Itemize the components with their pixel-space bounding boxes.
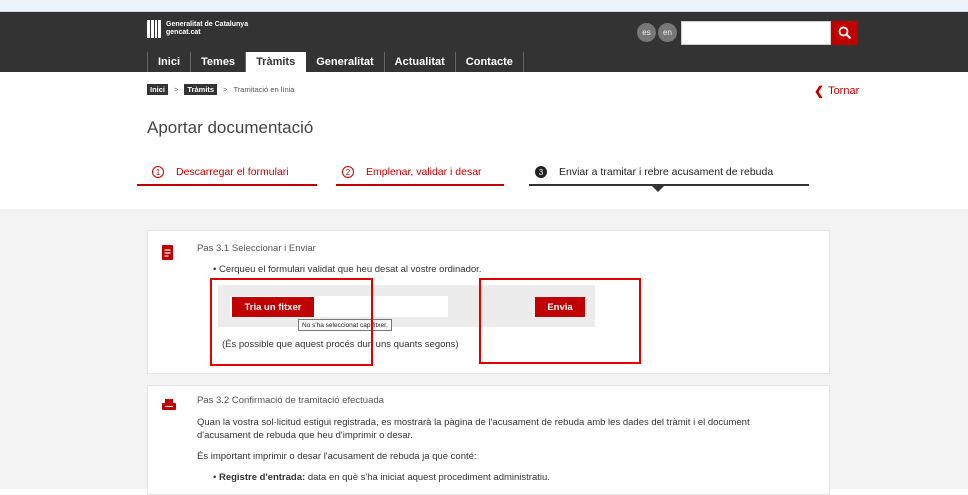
step-3-2-title: Pas 3.2 Confirmació de tramitació efectu… [197, 395, 384, 406]
step-3-number: 3 [535, 166, 547, 178]
logo-line1: Generalitat de Catalunya [166, 21, 249, 28]
step-3-underline [529, 184, 809, 186]
active-step-pointer-icon [652, 186, 664, 192]
step-3-2-bullet-bold: Registre d'entrada: [218, 472, 306, 483]
nav-actualitat[interactable]: Actualitat [385, 52, 456, 72]
site-header: Generalitat de Catalunya gencat.cat es e… [0, 12, 968, 72]
step-3[interactable]: 3 Enviar a tramitar i rebre acusament de… [535, 166, 773, 178]
step-3-1-bullet: • Cerqueu el formulari validat que heu d… [213, 264, 482, 275]
step-1-underline [137, 184, 317, 186]
highlight-choose-file [210, 278, 373, 366]
breadcrumb-current: Tramitació en línia [233, 85, 295, 94]
step-3-2-para2: És important imprimir o desar l'acusamen… [197, 451, 477, 462]
step-2[interactable]: 2 Emplenar, validar i desar [342, 166, 482, 178]
highlight-send [479, 278, 641, 364]
step-1[interactable]: 1 Descarregar el formulari [152, 166, 289, 178]
step-3-2-para1-line1: Quan la vostra sol·licitud estigui regis… [197, 417, 750, 428]
gencat-logo[interactable]: Generalitat de Catalunya gencat.cat [147, 20, 248, 38]
page-title: Aportar documentació [147, 118, 314, 137]
step-tabs: 1 Descarregar el formulari 2 Emplenar, v… [0, 149, 968, 209]
breadcrumb-tramits[interactable]: Tràmits [184, 84, 218, 95]
browser-top-strip [0, 0, 968, 12]
nav-tramits[interactable]: Tràmits [246, 52, 307, 72]
main-nav: Inici Temes Tràmits Generalitat Actualit… [147, 52, 524, 72]
step-1-label: Descarregar el formulari [176, 166, 289, 178]
search-button[interactable] [831, 21, 858, 45]
logo-line2: gencat.cat [166, 29, 201, 36]
step-2-underline [336, 184, 504, 186]
back-label: Tornar [828, 85, 860, 97]
nav-generalitat[interactable]: Generalitat [306, 52, 385, 72]
search-input[interactable] [681, 21, 831, 45]
chevron-left-icon: ❮ [814, 84, 825, 98]
step-3-1-title: Pas 3.1 Seleccionar i Enviar [197, 243, 316, 254]
gencat-logo-icon [147, 20, 161, 38]
step-3-2-bullet: • Registre d'entrada: data en què s'ha i… [213, 472, 550, 483]
step-3-label: Enviar a tramitar i rebre acusament de r… [559, 166, 774, 178]
step-2-number: 2 [342, 166, 354, 178]
step-2-label: Emplenar, validar i desar [366, 166, 482, 178]
breadcrumb: Inici > Tràmits > Tramitació en línia [147, 84, 294, 95]
lang-en-button[interactable]: en [658, 23, 677, 42]
breadcrumb-inici[interactable]: Inici [147, 84, 169, 95]
step-3-2-para1-line2: d'acusament de rebuda que heu d'imprimir… [197, 430, 413, 441]
lang-es-button[interactable]: es [637, 23, 656, 42]
printer-icon [162, 399, 176, 410]
step-1-number: 1 [152, 166, 164, 178]
step-3-2-bullet-text: data en què s'ha iniciat aquest procedim… [307, 472, 550, 483]
back-link[interactable]: ❮ Tornar [814, 84, 859, 98]
step-3-1-bullet-text: Cerqueu el formulari validat que heu des… [218, 264, 482, 275]
document-icon [162, 245, 173, 260]
search-icon [838, 26, 851, 40]
nav-inici[interactable]: Inici [147, 52, 192, 72]
nav-contacte[interactable]: Contacte [456, 52, 524, 72]
nav-temes[interactable]: Temes [191, 52, 247, 72]
